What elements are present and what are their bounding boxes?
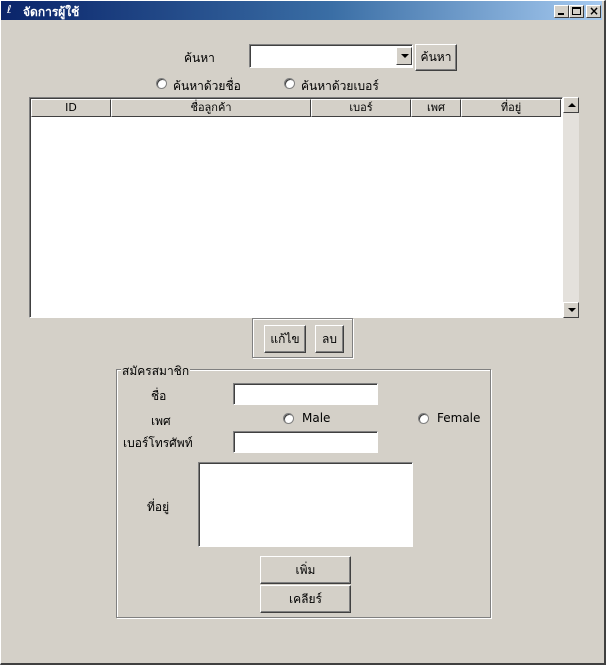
chevron-down-icon	[568, 308, 576, 312]
minimize-icon	[558, 13, 564, 15]
add-button[interactable]: เพิ่ม	[260, 556, 351, 584]
column-header-gender[interactable]: เพศ	[411, 99, 461, 117]
search-button[interactable]: ค้นหา	[415, 44, 457, 71]
search-label: ค้นหา	[184, 51, 215, 65]
scroll-down-button[interactable]	[563, 302, 579, 318]
chevron-down-icon	[401, 54, 409, 58]
search-by-phone-radio[interactable]	[284, 78, 295, 89]
gender-label: เพศ	[151, 414, 171, 428]
edit-button-label: แก้ไข	[270, 332, 300, 346]
scroll-up-button[interactable]	[563, 97, 579, 113]
chevron-up-icon	[568, 103, 576, 107]
table-header: ID ชื่อลูกค้า เบอร์ เพศ ที่อยู่	[31, 99, 561, 117]
column-header-name[interactable]: ชื่อลูกค้า	[111, 99, 311, 117]
combobox-dropdown-button[interactable]	[396, 47, 412, 65]
search-button-label: ค้นหา	[420, 50, 452, 64]
maximize-icon	[572, 7, 581, 15]
table-body[interactable]	[31, 117, 561, 316]
table-scrollbar[interactable]	[563, 97, 579, 318]
delete-button[interactable]: ลบ	[315, 325, 344, 353]
close-button[interactable]: ×	[586, 4, 601, 18]
male-label: Male	[302, 411, 331, 425]
app-icon: ℓ	[7, 3, 12, 16]
column-header-phone[interactable]: เบอร์	[311, 99, 411, 117]
customer-table[interactable]: ID ชื่อลูกค้า เบอร์ เพศ ที่อยู่	[29, 97, 563, 318]
female-radio[interactable]	[418, 413, 429, 424]
delete-button-label: ลบ	[322, 332, 337, 346]
phone-label: เบอร์โทรศัพท์	[123, 436, 193, 450]
address-textarea[interactable]	[198, 462, 413, 547]
male-radio[interactable]	[283, 413, 294, 424]
column-header-address[interactable]: ที่อยู่	[461, 99, 561, 117]
add-button-label: เพิ่ม	[295, 563, 316, 577]
register-group-title: สมัครสมาชิก	[121, 362, 191, 381]
clear-button-label: เคลียร์	[289, 592, 322, 606]
window-title: จัดการผู้ใช้	[23, 5, 80, 19]
title-bar[interactable]: ℓ จัดการผู้ใช้ ×	[1, 1, 602, 20]
phone-field[interactable]	[233, 431, 378, 453]
close-icon: ×	[589, 4, 600, 18]
maximize-button[interactable]	[569, 5, 584, 18]
address-label: ที่อยู่	[147, 500, 170, 514]
clear-button[interactable]: เคลียร์	[260, 585, 351, 613]
search-combobox[interactable]	[249, 44, 413, 68]
search-by-name-radio[interactable]	[156, 78, 167, 89]
search-by-phone-label: ค้นหาด้วยเบอร์	[301, 79, 379, 93]
edit-button[interactable]: แก้ไข	[264, 325, 306, 353]
minimize-button[interactable]	[554, 5, 569, 18]
search-by-name-label: ค้นหาด้วยชื่อ	[173, 79, 241, 93]
name-field[interactable]	[233, 383, 378, 405]
column-header-id[interactable]: ID	[31, 99, 111, 117]
name-label: ชื่อ	[151, 389, 167, 403]
female-label: Female	[437, 411, 481, 425]
